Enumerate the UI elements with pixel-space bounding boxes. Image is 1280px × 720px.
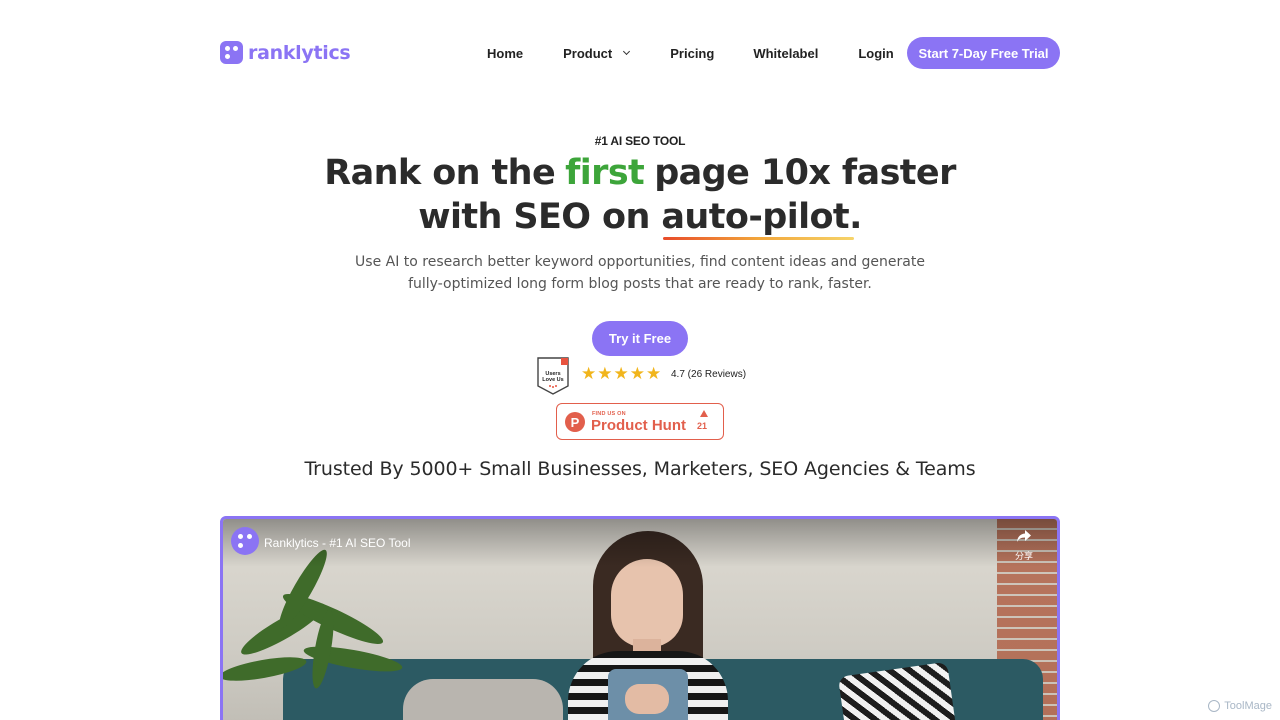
- g2-users-love-us-badge[interactable]: Users Love Us: [536, 356, 570, 396]
- nav-pricing[interactable]: Pricing: [670, 46, 714, 61]
- nav-product-label: Product: [563, 46, 613, 61]
- hero-title-underlined: auto-pilot.: [661, 197, 862, 240]
- rating-text: 4.7 (26 Reviews): [671, 369, 747, 380]
- channel-avatar[interactable]: [231, 527, 259, 555]
- rating-stars: ★ ★ ★ ★ ★: [581, 365, 661, 384]
- trusted-by-heading: Trusted By 5000+ Small Businesses, Marke…: [304, 458, 976, 480]
- nav-whitelabel[interactable]: Whitelabel: [753, 46, 818, 61]
- hero-title-line2-pre: with SEO on: [418, 197, 650, 237]
- try-it-free-button[interactable]: Try it Free: [592, 321, 688, 356]
- product-hunt-logo-icon: P: [565, 412, 585, 432]
- brand-logo[interactable]: ranklytics: [220, 41, 351, 64]
- hero-subtitle-line-2: fully-optimized long form blog posts tha…: [408, 275, 872, 292]
- watermark-text: ToolMage: [1224, 700, 1272, 712]
- badge-text-love-us: Love Us: [542, 377, 563, 383]
- toolmage-logo-icon: [1208, 700, 1221, 712]
- hero-title-line-2: with SEO on auto-pilot.: [0, 197, 1280, 240]
- hero-subtitle: Use AI to research better keyword opport…: [0, 252, 1280, 295]
- hero-eyebrow: #1 AI SEO TOOL: [594, 134, 686, 148]
- product-hunt-name: Product Hunt: [591, 417, 686, 434]
- star-icon: ★: [646, 364, 662, 384]
- share-label: 分享: [1014, 552, 1033, 562]
- brand-name: ranklytics: [248, 41, 351, 64]
- site-header: ranklytics Home Product Pricing Whitelab…: [0, 0, 1280, 106]
- product-hunt-badge[interactable]: P FIND US ON Product Hunt 21: [556, 403, 724, 440]
- video-player[interactable]: Ranklytics - #1 AI SEO Tool 分享: [220, 516, 1060, 720]
- hero-title-pre: Rank on the: [324, 153, 556, 193]
- nav-login[interactable]: Login: [858, 46, 893, 61]
- video-title[interactable]: Ranklytics - #1 AI SEO Tool: [264, 536, 411, 550]
- main-nav: Home Product Pricing Whitelabel Login: [487, 46, 894, 61]
- chevron-down-icon: [623, 47, 631, 56]
- star-icon: ★: [597, 364, 613, 384]
- product-hunt-upvote-count: 21: [697, 421, 708, 431]
- star-icon: ★: [613, 364, 629, 384]
- nav-home[interactable]: Home: [487, 46, 523, 61]
- ranklytics-logo-icon: [220, 41, 243, 64]
- start-free-trial-button[interactable]: Start 7-Day Free Trial: [907, 37, 1060, 69]
- hero-title-highlight: first: [565, 153, 645, 193]
- share-arrow-icon: [1017, 530, 1031, 542]
- nav-product[interactable]: Product: [563, 46, 631, 61]
- hero-title-line-1: Rank on the first page 10x faster: [0, 153, 1280, 193]
- hero-subtitle-line-1: Use AI to research better keyword opport…: [355, 254, 925, 270]
- share-button[interactable]: 分享: [1011, 529, 1037, 562]
- star-icon: ★: [629, 364, 645, 384]
- star-icon: ★: [581, 364, 597, 384]
- hero-title-post: page 10x faster: [654, 153, 956, 193]
- toolmage-watermark: ToolMage: [1208, 700, 1272, 712]
- upvote-arrow-icon: [700, 410, 708, 417]
